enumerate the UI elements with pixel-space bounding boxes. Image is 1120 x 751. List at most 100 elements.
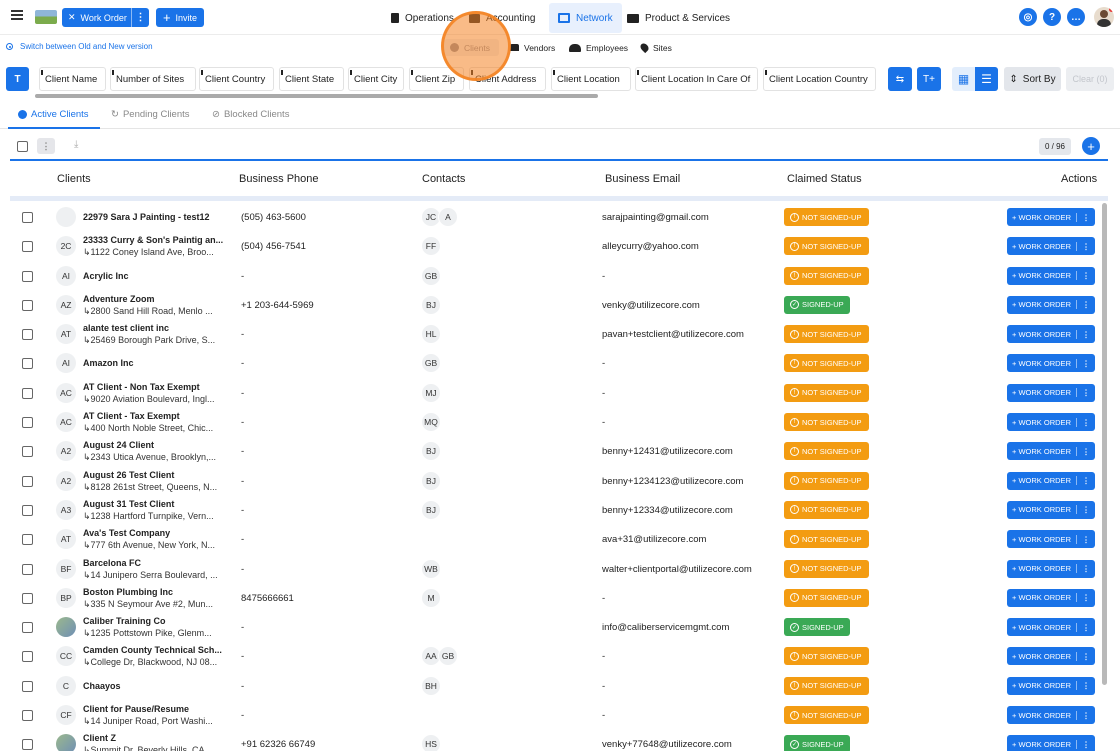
row-checkbox[interactable] <box>22 329 33 341</box>
header-email[interactable]: Business Email <box>605 173 680 185</box>
row-more-button[interactable]: ⋮ <box>1077 740 1095 749</box>
table-row[interactable]: BP Boston Plumbing Inc ↳335 N Seymour Ave … <box>10 584 1108 613</box>
contact-avatar[interactable]: A <box>438 207 458 227</box>
work-order-action-button[interactable]: + WORK ORDER ⋮ <box>1007 618 1095 637</box>
select-all-checkbox[interactable] <box>17 141 28 152</box>
client-cell[interactable]: Client Z ↳Summit Dr, Beverly Hills, CA ..… <box>83 732 233 751</box>
table-row[interactable]: AI Acrylic Inc - GB -! NOT SIGNED-UP + WORK OR… <box>10 262 1108 291</box>
header-status[interactable]: Claimed Status <box>787 173 862 185</box>
table-row[interactable]: AC AT Client - Non Tax Exempt ↳9020 Aviati… <box>10 379 1108 408</box>
client-name[interactable]: Boston Plumbing Inc <box>83 586 233 598</box>
grid-view-icon[interactable]: ▦ <box>952 67 975 91</box>
client-name[interactable]: Barcelona FC <box>83 557 233 569</box>
table-row[interactable]: AZ Adventure Zoom ↳2800 Sand Hill Road, Me… <box>10 291 1108 320</box>
work-order-action-button[interactable]: + WORK ORDER ⋮ <box>1007 530 1095 549</box>
work-order-action-button[interactable]: + WORK ORDER ⋮ <box>1007 471 1095 490</box>
clear-button[interactable]: Clear (0) <box>1066 67 1114 91</box>
contact-avatar[interactable]: FF <box>421 236 441 257</box>
row-checkbox[interactable] <box>22 651 33 663</box>
work-order-action-button[interactable]: + WORK ORDER ⋮ <box>1007 295 1095 314</box>
contact-avatar[interactable]: GB <box>438 646 458 667</box>
client-name[interactable]: Client for Pause/Resume <box>83 703 233 715</box>
contact-avatar[interactable]: HS <box>421 734 441 751</box>
row-checkbox[interactable] <box>22 739 33 751</box>
contact-avatar[interactable]: BJ <box>421 470 441 491</box>
column-chip[interactable]: Client City <box>348 67 404 91</box>
row-more-button[interactable]: ⋮ <box>1077 623 1095 632</box>
client-name[interactable]: Adventure Zoom <box>83 293 233 305</box>
work-order-action-button[interactable]: + WORK ORDER ⋮ <box>1007 676 1095 695</box>
client-cell[interactable]: AT Client - Non Tax Exempt ↳9020 Aviation… <box>83 381 233 405</box>
row-checkbox[interactable] <box>22 299 33 311</box>
client-name[interactable]: alante test client inc <box>83 322 233 334</box>
work-order-action-button[interactable]: + WORK ORDER ⋮ <box>1007 588 1095 607</box>
contact-avatar[interactable]: BJ <box>421 294 441 315</box>
client-cell[interactable]: Adventure Zoom ↳2800 Sand Hill Road, Menl… <box>83 293 233 317</box>
contact-avatar[interactable]: BJ <box>421 499 441 520</box>
client-name[interactable]: Amazon Inc <box>83 357 233 369</box>
row-more-button[interactable]: ⋮ <box>1077 593 1095 602</box>
row-checkbox[interactable] <box>22 563 33 575</box>
table-row[interactable]: A2 August 26 Test Client ↳8128 261st Stree… <box>10 467 1108 496</box>
work-order-action-button[interactable]: + WORK ORDER ⋮ <box>1007 559 1095 578</box>
contact-avatar[interactable]: GB <box>421 265 441 286</box>
row-more-button[interactable]: ⋮ <box>1077 388 1095 397</box>
row-checkbox[interactable] <box>22 212 33 223</box>
column-chip[interactable]: Number of Sites <box>110 67 196 91</box>
client-cell[interactable]: Boston Plumbing Inc ↳335 N Seymour Ave #2… <box>83 586 233 610</box>
column-chip[interactable]: Client Location In Care Of <box>635 67 758 91</box>
client-name[interactable]: August 24 Client <box>83 439 233 451</box>
work-order-more-button[interactable]: ⋮ <box>132 12 149 23</box>
client-name[interactable]: Acrylic Inc <box>83 270 233 282</box>
client-name[interactable]: Camden County Technical Sch... <box>83 644 233 656</box>
row-more-button[interactable]: ⋮ <box>1077 300 1095 309</box>
toggle-columns-icon[interactable]: ⇆ <box>888 67 912 91</box>
table-row[interactable]: 2C 23333 Curry & Son's Paintig an... ↳1122… <box>10 232 1108 261</box>
tab-blocked-clients[interactable]: ⊘ Blocked Clients <box>212 109 289 120</box>
table-row[interactable]: 22979 Sara J Painting - test12 (505) 463-… <box>10 203 1108 232</box>
work-order-action-button[interactable]: + WORK ORDER ⋮ <box>1007 383 1095 402</box>
table-row[interactable]: BF Barcelona FC ↳14 Junipero Serra Bouleva… <box>10 555 1108 584</box>
client-name[interactable]: AT Client - Non Tax Exempt <box>83 381 233 393</box>
vertical-scrollbar[interactable] <box>1102 203 1107 685</box>
row-more-button[interactable]: ⋮ <box>1077 476 1095 485</box>
header-clients[interactable]: Clients <box>57 173 91 185</box>
invite-button[interactable]: + Invite <box>156 8 204 27</box>
column-chip[interactable]: Client Location Country <box>763 67 876 91</box>
client-cell[interactable]: August 31 Test Client ↳1238 Hartford Turn… <box>83 498 233 522</box>
work-order-action-button[interactable]: + WORK ORDER ⋮ <box>1007 266 1095 285</box>
contact-avatar[interactable]: HL <box>421 324 441 345</box>
row-more-button[interactable]: ⋮ <box>1077 564 1095 573</box>
row-checkbox[interactable] <box>22 270 33 282</box>
row-checkbox[interactable] <box>22 592 33 604</box>
table-row[interactable]: Client Z ↳Summit Dr, Beverly Hills, CA ..… <box>10 730 1108 751</box>
client-cell[interactable]: Ava's Test Company ↳777 6th Avenue, New Y… <box>83 527 233 551</box>
work-order-action-button[interactable]: + WORK ORDER ⋮ <box>1007 208 1095 226</box>
company-logo[interactable] <box>35 10 57 24</box>
client-cell[interactable]: AT Client - Tax Exempt ↳400 North Noble S… <box>83 410 233 434</box>
contact-avatar[interactable]: GB <box>421 353 441 374</box>
client-cell[interactable]: Chaayos <box>83 680 233 692</box>
client-name[interactable]: Chaayos <box>83 680 233 692</box>
row-checkbox[interactable] <box>22 387 33 399</box>
work-order-action-button[interactable]: + WORK ORDER ⋮ <box>1007 237 1095 256</box>
row-more-button[interactable]: ⋮ <box>1077 447 1095 456</box>
download-icon[interactable]: ⤓ <box>74 139 78 150</box>
client-cell[interactable]: Camden County Technical Sch... ↳College D… <box>83 644 233 668</box>
table-row[interactable]: AC AT Client - Tax Exempt ↳400 North Noble… <box>10 408 1108 437</box>
row-more-button[interactable]: ⋮ <box>1077 505 1095 514</box>
column-chip[interactable]: Client State <box>279 67 344 91</box>
nav-operations[interactable]: Operations <box>391 3 454 33</box>
nav-network[interactable]: Network <box>549 3 622 33</box>
sort-button[interactable]: ⇕ Sort By <box>1004 67 1061 91</box>
row-more-button[interactable]: ⋮ <box>1077 213 1095 222</box>
row-checkbox[interactable] <box>22 241 33 253</box>
row-more-button[interactable]: ⋮ <box>1077 359 1095 368</box>
column-chip[interactable]: Client Location <box>551 67 631 91</box>
client-cell[interactable]: Client for Pause/Resume ↳14 Juniper Road,… <box>83 703 233 727</box>
header-phone[interactable]: Business Phone <box>239 173 319 185</box>
tab-pending-clients[interactable]: ↻ Pending Clients <box>111 109 190 120</box>
client-name[interactable]: AT Client - Tax Exempt <box>83 410 233 422</box>
client-cell[interactable]: Acrylic Inc <box>83 270 233 282</box>
table-row[interactable]: AI Amazon Inc - GB -! NOT SIGNED-UP + WORK ORD… <box>10 349 1108 378</box>
